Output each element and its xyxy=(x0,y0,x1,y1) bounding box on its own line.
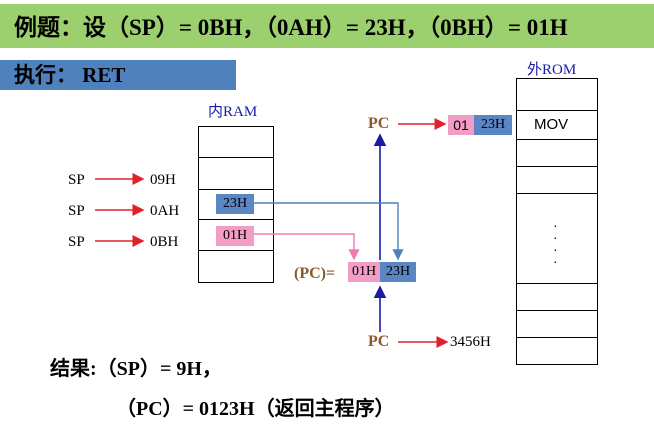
high-byte-transfer xyxy=(254,233,360,261)
low-byte-transfer xyxy=(254,202,404,261)
connector-arrows xyxy=(95,118,449,348)
